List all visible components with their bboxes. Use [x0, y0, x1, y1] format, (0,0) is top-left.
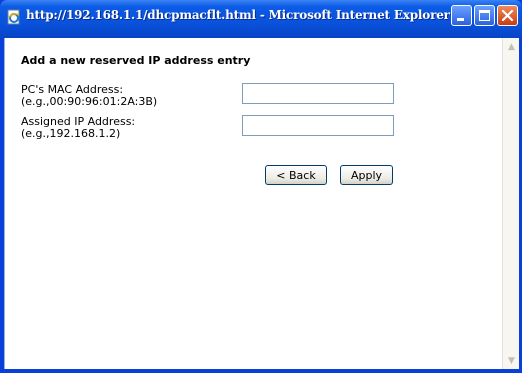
browser-window: http://192.168.1.1/dhcpmacflt.html - Mic… [0, 0, 522, 373]
apply-button[interactable]: Apply [340, 165, 393, 185]
vertical-scrollbar[interactable]: ▲ ▼ [502, 38, 519, 369]
ip-address-input[interactable] [242, 115, 394, 136]
close-icon [501, 9, 514, 22]
mac-address-input[interactable] [242, 83, 394, 104]
ip-address-example: (e.g.,192.168.1.2) [21, 127, 121, 140]
page-title: Add a new reserved IP address entry [21, 54, 251, 67]
minimize-button[interactable] [451, 5, 472, 26]
scroll-up-icon[interactable]: ▲ [504, 39, 519, 54]
ie-page-icon [6, 9, 22, 25]
back-button[interactable]: < Back [265, 165, 327, 185]
window-bottom-border [0, 369, 522, 373]
title-bar[interactable]: http://192.168.1.1/dhcpmacflt.html - Mic… [0, 0, 522, 38]
minimize-icon [457, 18, 464, 21]
window-title: http://192.168.1.1/dhcpmacflt.html - Mic… [26, 8, 450, 22]
page-content: Add a new reserved IP address entry PC's… [4, 38, 519, 369]
maximize-button[interactable] [474, 5, 495, 26]
maximize-icon [479, 10, 490, 21]
close-button[interactable] [497, 5, 518, 26]
scroll-down-icon[interactable]: ▼ [504, 353, 519, 368]
mac-address-example: (e.g.,00:90:96:01:2A:3B) [21, 95, 158, 108]
